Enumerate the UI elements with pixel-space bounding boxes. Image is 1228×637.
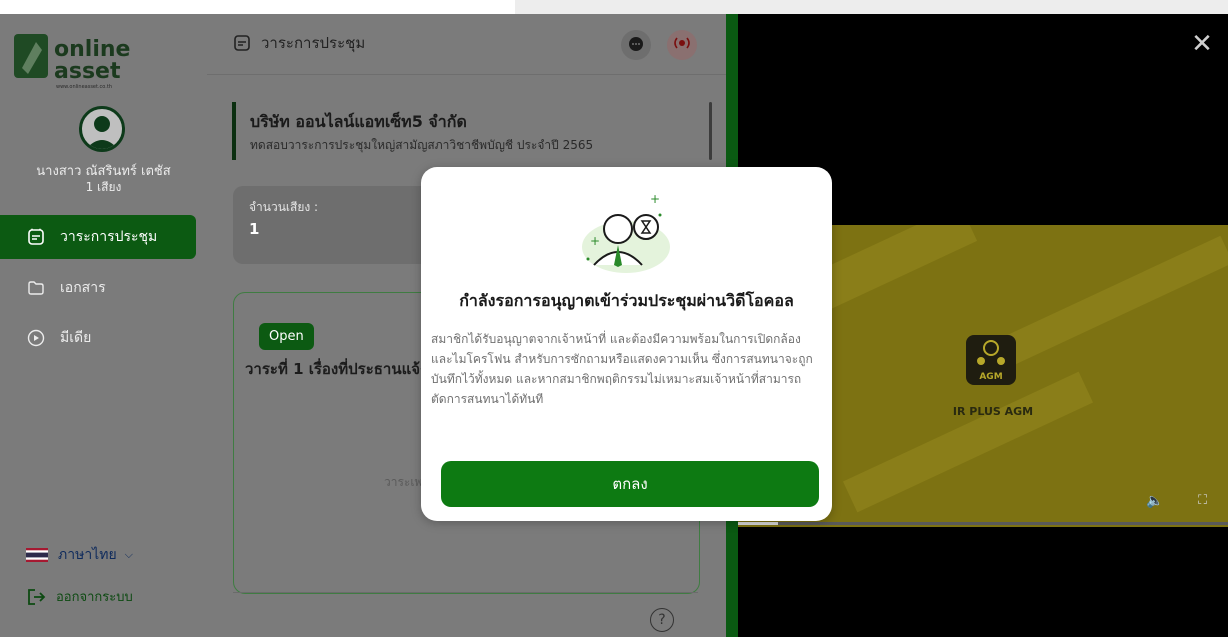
play-icon — [26, 328, 46, 348]
online-asset-logo: online asset www.onlineasset.co.th — [14, 28, 144, 90]
agenda-hint: วาระเพ — [384, 475, 423, 489]
sidebar: online asset www.onlineasset.co.th นางสา… — [0, 14, 207, 637]
modal-body-line: บันทึกไว้ทั้งหมด และหากสมาชิกพฤติกรรมไม่… — [431, 372, 802, 386]
page-title-text: วาระการประชุม — [261, 34, 366, 52]
modal-body: สมาชิกได้รับอนุญาตจากเจ้าหน้าที่ และต้อง… — [431, 329, 826, 409]
close-icon[interactable]: ✕ — [1188, 30, 1216, 58]
agenda-icon — [26, 227, 46, 247]
votes-label: จำนวนเสียง : — [249, 200, 319, 214]
modal-body-line: และไมโครโฟน สำหรับการซักถามหรือแสดงความเ… — [431, 352, 813, 366]
top-band-left — [0, 0, 515, 14]
svg-text:AGM: AGM — [979, 372, 1002, 382]
fullscreen-icon[interactable]: ⛶ — [1198, 493, 1216, 511]
thai-flag-icon — [26, 548, 48, 562]
live-icon[interactable] — [667, 30, 697, 60]
ok-button[interactable]: ตกลง — [441, 461, 819, 507]
sidebar-item-label: เอกสาร — [60, 280, 106, 296]
status-badge: Open — [259, 323, 314, 350]
sidebar-item-media[interactable]: มีเดีย — [0, 316, 196, 360]
video-progress-bar[interactable] — [738, 522, 1228, 525]
video-pattern — [842, 371, 1094, 513]
logout-label: ออกจากระบบ — [56, 590, 133, 605]
folder-icon — [26, 278, 46, 298]
top-band-right — [515, 0, 1228, 14]
language-selector[interactable]: ภาษาไทย ⌵ — [26, 544, 133, 566]
video-progress-fill — [738, 522, 778, 525]
agenda-icon — [234, 35, 250, 51]
logout-icon — [28, 588, 46, 605]
language-label: ภาษาไทย — [58, 547, 117, 563]
agm-logo-icon: AGM — [966, 335, 1016, 385]
votes-value: 1 — [249, 220, 260, 238]
company-card: บริษัท ออนไลน์แอทเซ็ท5 จำกัด ทดสอบวาระกา… — [232, 102, 720, 160]
chat-icon[interactable] — [621, 30, 651, 60]
svg-text:www.onlineasset.co.th: www.onlineasset.co.th — [56, 84, 112, 90]
sidebar-item-agenda[interactable]: วาระการประชุม — [0, 215, 196, 259]
company-name: บริษัท ออนไลน์แอทเซ็ท5 จำกัด — [250, 112, 467, 131]
sidebar-item-documents[interactable]: เอกสาร — [0, 266, 196, 310]
sidebar-item-label: มีเดีย — [60, 330, 92, 346]
help-icon[interactable]: ? — [650, 608, 674, 632]
svg-text:+: + — [590, 234, 600, 248]
app-root: online asset www.onlineasset.co.th นางสา… — [0, 14, 1228, 637]
divider — [233, 592, 698, 593]
agenda-title[interactable]: วาระที่ 1 เรื่องที่ประธานแจ้ง — [245, 357, 427, 381]
modal-body-line: ตัดการสนทนาได้ทันที — [431, 392, 544, 406]
chevron-down-icon: ⌵ — [124, 548, 133, 561]
volume-icon[interactable]: 🔈 — [1146, 493, 1164, 511]
sidebar-item-label: วาระการประชุม — [60, 229, 158, 245]
logout-button[interactable]: ออกจากระบบ — [26, 586, 133, 607]
page-title: วาระการประชุม — [233, 31, 365, 55]
scrollbar[interactable] — [709, 102, 712, 160]
modal-title: กำลังรอการอนุญาตเข้าร่วมประชุมผ่านวิดีโอ… — [459, 291, 794, 310]
waiting-person-icon: + + — [566, 187, 686, 277]
svg-text:+: + — [650, 192, 660, 206]
video-logo-text: IR PLUS AGM — [952, 405, 1034, 418]
header: วาระการประชุม — [207, 14, 726, 75]
video-pattern — [1002, 235, 1228, 365]
avatar — [79, 106, 125, 152]
company-subtitle: ทดสอบวาระการประชุมใหญ่สามัญสภาวิชาชีพบัญ… — [250, 138, 594, 152]
waiting-modal: + + กำลังรอการอนุญาตเข้าร่วมประชุมผ่านวิ… — [421, 167, 832, 521]
modal-body-line: สมาชิกได้รับอนุญาตจากเจ้าหน้าที่ และต้อง… — [431, 332, 801, 346]
svg-text:asset: asset — [54, 59, 121, 84]
user-votes: 1 เสียง — [85, 180, 122, 194]
